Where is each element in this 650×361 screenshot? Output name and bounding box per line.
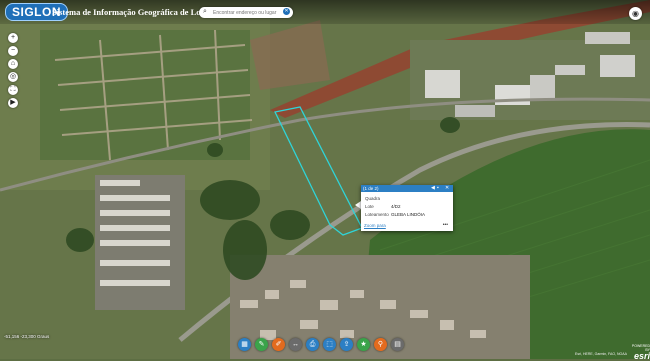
bookmark-icon[interactable]: ★ <box>357 338 370 351</box>
close-popup-icon[interactable]: ✕ <box>445 185 449 192</box>
map-attribution: Esri, HERE, Garmin, FAO, NOAA <box>575 352 627 356</box>
search-input[interactable] <box>213 7 277 18</box>
field-label: Loteamento <box>365 212 389 217</box>
field-value: GLEBA LINDÓIA <box>391 212 426 217</box>
minus-icon[interactable]: − <box>8 46 18 56</box>
field-label: Quadra <box>365 196 381 201</box>
search-icon[interactable]: ⌕ <box>203 8 207 16</box>
share-icon[interactable]: ⇪ <box>340 338 353 351</box>
plus-icon[interactable]: + <box>8 33 18 43</box>
draw-icon[interactable]: ✐ <box>272 338 285 351</box>
basemap-icon[interactable]: ▦ <box>238 338 251 351</box>
zoom-to-link[interactable]: Zoom para <box>364 223 386 228</box>
popup-field-quadra: Quadra <box>365 196 380 201</box>
query-icon[interactable]: ⚲ <box>374 338 387 351</box>
select-icon[interactable]: ⬚ <box>323 338 336 351</box>
feature-popup: (1 de 2) ◀ ▪ ✕ Quadra Lote 4/D2 Loteamen… <box>361 185 453 231</box>
locate-icon[interactable]: ◎ <box>8 72 18 82</box>
esri-logo[interactable]: POWERED BY esri <box>627 344 650 361</box>
popup-field-loteamento: Loteamento GLEBA LINDÓIA <box>365 212 425 217</box>
popup-counter: (1 de 2) <box>363 186 379 191</box>
search-box[interactable]: ⌕ ✕ <box>199 7 293 18</box>
print-icon[interactable]: ⎙ <box>306 338 319 351</box>
popup-field-lote: Lote 4/D2 <box>365 204 401 209</box>
popup-header: (1 de 2) ◀ ▪ ✕ <box>361 185 453 192</box>
fullscreen-icon[interactable]: ⛶ <box>8 85 18 95</box>
close-icon[interactable]: ✕ <box>283 8 290 15</box>
home-icon[interactable]: ⌂ <box>8 59 18 69</box>
eye-icon[interactable]: ◉ <box>629 7 642 20</box>
measure-icon[interactable]: ↔ <box>289 338 302 351</box>
previous-icon[interactable]: ◀ <box>431 185 435 192</box>
field-label: Lote <box>365 204 374 209</box>
more-options-icon[interactable]: ••• <box>443 222 448 228</box>
layers-icon[interactable]: ▶ <box>8 98 18 108</box>
coordinate-readout: -51,156 -23,300 Graus <box>4 334 50 339</box>
satellite-map[interactable] <box>0 0 650 359</box>
gallery-icon[interactable]: ▤ <box>391 338 404 351</box>
edit-icon[interactable]: ✎ <box>255 338 268 351</box>
dock-icon[interactable]: ▪ <box>437 185 439 192</box>
field-value: 4/D2 <box>391 204 401 209</box>
